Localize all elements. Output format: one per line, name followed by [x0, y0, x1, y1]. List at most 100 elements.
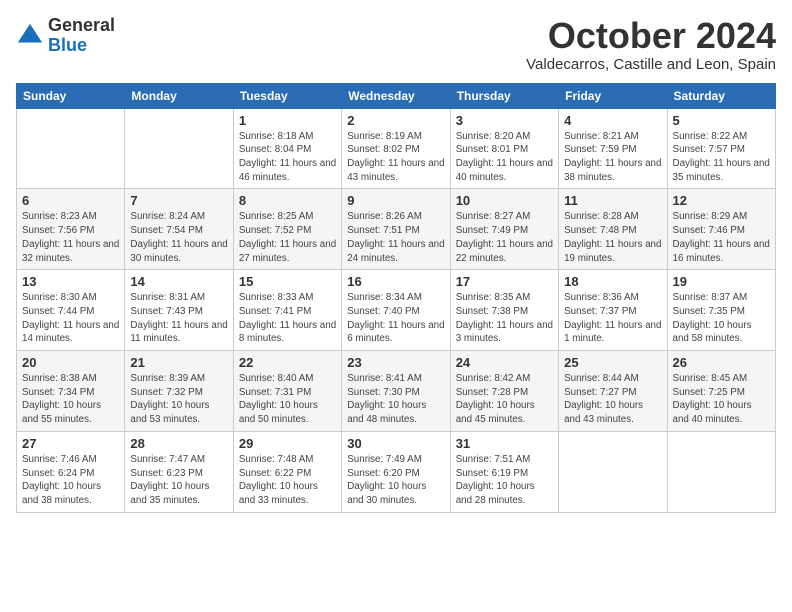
calendar-cell: 12Sunrise: 8:29 AM Sunset: 7:46 PM Dayli…: [667, 189, 775, 270]
calendar-cell: [125, 108, 233, 189]
calendar-cell: 25Sunrise: 8:44 AM Sunset: 7:27 PM Dayli…: [559, 351, 667, 432]
calendar-cell: 15 Sunrise: 8:33 AM Sunset: 7:41 PM Dayli…: [233, 270, 341, 351]
day-info: Sunrise: 8:29 AM Sunset: 7:46 PM Dayligh…: [673, 210, 770, 265]
month-title: October 2024: [526, 16, 776, 56]
day-number: 31: [456, 436, 553, 451]
calendar-cell: 2Sunrise: 8:19 AM Sunset: 8:02 PM Daylig…: [342, 108, 450, 189]
calendar-cell: 16 Sunrise: 8:34 AM Sunset: 7:40 PM Dayli…: [342, 270, 450, 351]
calendar-cell: 14Sunrise: 8:31 AM Sunset: 7:43 PM Dayli…: [125, 270, 233, 351]
calendar-cell: 8Sunrise: 8:25 AM Sunset: 7:52 PM Daylig…: [233, 189, 341, 270]
day-number: 5: [673, 113, 770, 128]
day-info: Sunrise: 8:33 AM Sunset: 7:41 PM Dayligh…: [239, 291, 336, 346]
calendar-week-3: 20 Sunrise: 8:38 AM Sunset: 7:34 PM Dayli…: [17, 351, 776, 432]
day-info: Sunrise: 8:22 AM Sunset: 7:57 PM Dayligh…: [673, 130, 770, 185]
day-number: 21: [130, 355, 227, 370]
logo: General Blue: [16, 16, 115, 56]
day-info: Sunrise: 8:24 AM Sunset: 7:54 PM Dayligh…: [130, 210, 227, 265]
day-number: 9: [347, 193, 444, 208]
day-info: Sunrise: 8:40 AM Sunset: 7:31 PM Dayligh…: [239, 372, 336, 427]
day-info: Sunrise: 8:34 AM Sunset: 7:40 PM Dayligh…: [347, 291, 444, 346]
calendar-cell: 18 Sunrise: 8:36 AM Sunset: 7:37 PM Dayli…: [559, 270, 667, 351]
day-info: Sunrise: 8:21 AM Sunset: 7:59 PM Dayligh…: [564, 130, 661, 185]
day-info: Sunrise: 8:41 AM Sunset: 7:30 PM Dayligh…: [347, 372, 444, 427]
column-header-sunday: Sunday: [17, 83, 125, 108]
page-header: General Blue October 2024 Valdecarros, C…: [16, 16, 776, 73]
column-header-wednesday: Wednesday: [342, 83, 450, 108]
day-info: Sunrise: 8:38 AM Sunset: 7:34 PM Dayligh…: [22, 372, 119, 427]
day-info: Sunrise: 8:18 AM Sunset: 8:04 PM Dayligh…: [239, 130, 336, 185]
calendar-cell: 30 Sunrise: 7:49 AM Sunset: 6:20 PM Dayli…: [342, 431, 450, 512]
day-number: 28: [130, 436, 227, 451]
day-number: 1: [239, 113, 336, 128]
logo-text: General Blue: [48, 16, 115, 56]
day-number: 7: [130, 193, 227, 208]
day-number: 3: [456, 113, 553, 128]
day-info: Sunrise: 8:27 AM Sunset: 7:49 PM Dayligh…: [456, 210, 553, 265]
day-info: Sunrise: 8:23 AM Sunset: 7:56 PM Dayligh…: [22, 210, 119, 265]
calendar-week-1: 6 Sunrise: 8:23 AM Sunset: 7:56 PM Daylig…: [17, 189, 776, 270]
calendar-cell: 6 Sunrise: 8:23 AM Sunset: 7:56 PM Daylig…: [17, 189, 125, 270]
day-number: 24: [456, 355, 553, 370]
calendar-cell: 4 Sunrise: 8:21 AM Sunset: 7:59 PM Daylig…: [559, 108, 667, 189]
day-info: Sunrise: 8:25 AM Sunset: 7:52 PM Dayligh…: [239, 210, 336, 265]
day-number: 22: [239, 355, 336, 370]
day-number: 27: [22, 436, 119, 451]
day-info: Sunrise: 8:19 AM Sunset: 8:02 PM Dayligh…: [347, 130, 444, 185]
calendar-cell: 9 Sunrise: 8:26 AM Sunset: 7:51 PM Daylig…: [342, 189, 450, 270]
day-info: Sunrise: 7:51 AM Sunset: 6:19 PM Dayligh…: [456, 453, 553, 508]
day-info: Sunrise: 7:46 AM Sunset: 6:24 PM Dayligh…: [22, 453, 119, 508]
day-number: 11: [564, 193, 661, 208]
day-info: Sunrise: 8:31 AM Sunset: 7:43 PM Dayligh…: [130, 291, 227, 346]
day-number: 29: [239, 436, 336, 451]
calendar-cell: 13Sunrise: 8:30 AM Sunset: 7:44 PM Dayli…: [17, 270, 125, 351]
calendar-cell: 1 Sunrise: 8:18 AM Sunset: 8:04 PM Daylig…: [233, 108, 341, 189]
day-number: 6: [22, 193, 119, 208]
calendar-cell: 24 Sunrise: 8:42 AM Sunset: 7:28 PM Dayli…: [450, 351, 558, 432]
calendar-cell: 28 Sunrise: 7:47 AM Sunset: 6:23 PM Dayli…: [125, 431, 233, 512]
calendar-cell: 23 Sunrise: 8:41 AM Sunset: 7:30 PM Dayli…: [342, 351, 450, 432]
calendar-cell: 22 Sunrise: 8:40 AM Sunset: 7:31 PM Dayli…: [233, 351, 341, 432]
column-header-monday: Monday: [125, 83, 233, 108]
logo-icon: [16, 22, 44, 50]
calendar-cell: 3 Sunrise: 8:20 AM Sunset: 8:01 PM Daylig…: [450, 108, 558, 189]
day-number: 20: [22, 355, 119, 370]
day-number: 15: [239, 274, 336, 289]
day-number: 4: [564, 113, 661, 128]
column-header-saturday: Saturday: [667, 83, 775, 108]
calendar-week-0: 1 Sunrise: 8:18 AM Sunset: 8:04 PM Daylig…: [17, 108, 776, 189]
calendar-header-row: SundayMondayTuesdayWednesdayThursdayFrid…: [17, 83, 776, 108]
day-number: 17: [456, 274, 553, 289]
day-info: Sunrise: 8:28 AM Sunset: 7:48 PM Dayligh…: [564, 210, 661, 265]
day-number: 30: [347, 436, 444, 451]
day-number: 13: [22, 274, 119, 289]
day-number: 10: [456, 193, 553, 208]
calendar-cell: 10 Sunrise: 8:27 AM Sunset: 7:49 PM Dayli…: [450, 189, 558, 270]
calendar-table: SundayMondayTuesdayWednesdayThursdayFrid…: [16, 83, 776, 513]
day-number: 18: [564, 274, 661, 289]
day-info: Sunrise: 7:47 AM Sunset: 6:23 PM Dayligh…: [130, 453, 227, 508]
day-info: Sunrise: 7:49 AM Sunset: 6:20 PM Dayligh…: [347, 453, 444, 508]
day-info: Sunrise: 7:48 AM Sunset: 6:22 PM Dayligh…: [239, 453, 336, 508]
calendar-cell: 27 Sunrise: 7:46 AM Sunset: 6:24 PM Dayli…: [17, 431, 125, 512]
day-number: 19: [673, 274, 770, 289]
calendar-week-4: 27 Sunrise: 7:46 AM Sunset: 6:24 PM Dayli…: [17, 431, 776, 512]
location-subtitle: Valdecarros, Castille and Leon, Spain: [526, 56, 776, 73]
calendar-cell: [559, 431, 667, 512]
calendar-cell: 17Sunrise: 8:35 AM Sunset: 7:38 PM Dayli…: [450, 270, 558, 351]
calendar-cell: 20 Sunrise: 8:38 AM Sunset: 7:34 PM Dayli…: [17, 351, 125, 432]
calendar-cell: [667, 431, 775, 512]
day-number: 25: [564, 355, 661, 370]
day-info: Sunrise: 8:36 AM Sunset: 7:37 PM Dayligh…: [564, 291, 661, 346]
calendar-cell: 26Sunrise: 8:45 AM Sunset: 7:25 PM Dayli…: [667, 351, 775, 432]
calendar-week-2: 13Sunrise: 8:30 AM Sunset: 7:44 PM Dayli…: [17, 270, 776, 351]
calendar-cell: [17, 108, 125, 189]
day-info: Sunrise: 8:20 AM Sunset: 8:01 PM Dayligh…: [456, 130, 553, 185]
day-number: 16: [347, 274, 444, 289]
column-header-friday: Friday: [559, 83, 667, 108]
day-number: 26: [673, 355, 770, 370]
calendar-cell: 11 Sunrise: 8:28 AM Sunset: 7:48 PM Dayli…: [559, 189, 667, 270]
calendar-cell: 29 Sunrise: 7:48 AM Sunset: 6:22 PM Dayli…: [233, 431, 341, 512]
day-number: 23: [347, 355, 444, 370]
day-info: Sunrise: 8:42 AM Sunset: 7:28 PM Dayligh…: [456, 372, 553, 427]
day-info: Sunrise: 8:26 AM Sunset: 7:51 PM Dayligh…: [347, 210, 444, 265]
